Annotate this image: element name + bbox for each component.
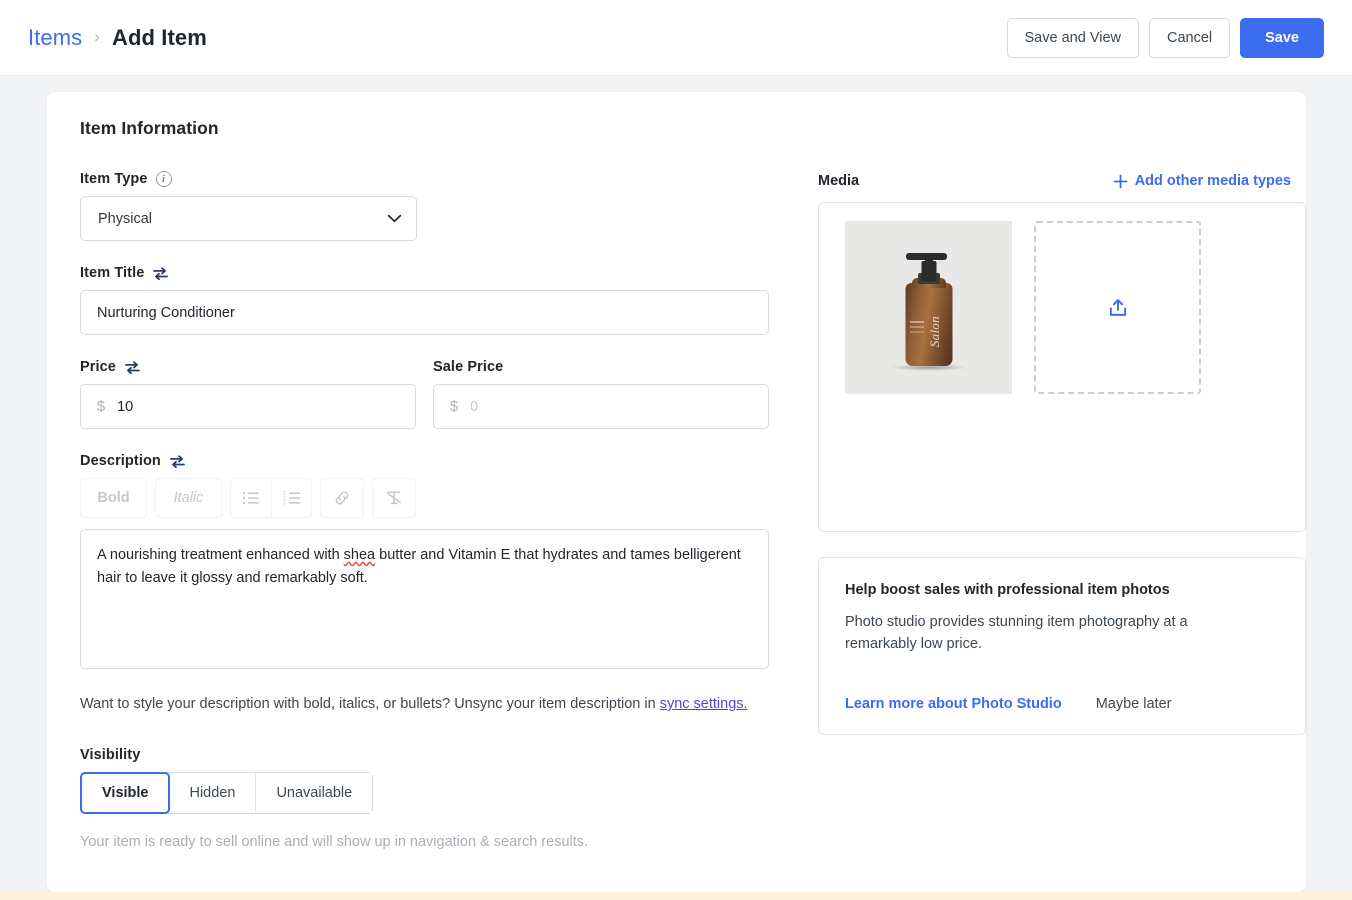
media-column: Media Add other media types: [803, 171, 1291, 850]
item-type-select[interactable]: Physical: [80, 196, 417, 241]
description-text-part1: A nourishing treatment enhanced with: [97, 547, 344, 563]
bulleted-list-icon: [242, 491, 260, 505]
top-bar-actions: Save and View Cancel Save: [1007, 18, 1324, 58]
item-type-label: Item Type: [80, 171, 148, 187]
promo-body: Photo studio provides stunning item phot…: [845, 611, 1223, 656]
visibility-label: Visibility: [80, 747, 803, 763]
sync-icon[interactable]: [152, 266, 169, 281]
link-button[interactable]: [320, 478, 364, 518]
svg-text:3: 3: [283, 501, 286, 505]
visibility-option-visible[interactable]: Visible: [80, 772, 170, 814]
item-title-label: Item Title: [80, 265, 144, 281]
visibility-segmented-control: Visible Hidden Unavailable: [80, 772, 373, 814]
currency-symbol: $: [97, 399, 105, 415]
media-title: Media: [818, 173, 859, 189]
visibility-option-hidden[interactable]: Hidden: [169, 773, 256, 813]
bulleted-list-button[interactable]: [231, 479, 271, 517]
save-and-view-button[interactable]: Save and View: [1007, 18, 1139, 58]
helper-text-before: Want to style your description with bold…: [80, 696, 660, 712]
sale-price-input[interactable]: [468, 385, 754, 428]
sync-icon[interactable]: [124, 360, 141, 375]
cancel-button[interactable]: Cancel: [1149, 18, 1230, 58]
sale-price-label: Sale Price: [433, 359, 503, 375]
chevron-right-icon: ›: [94, 27, 100, 47]
description-toolbar: Bold Italic: [80, 478, 803, 518]
numbered-list-icon: 1 2 3: [283, 491, 301, 505]
price-row: Price $ Sale Price: [80, 359, 803, 429]
clear-formatting-button[interactable]: [372, 478, 416, 518]
breadcrumb-items-link[interactable]: Items: [28, 25, 82, 51]
item-type-field: Item Type i Physical: [80, 171, 803, 241]
item-type-value: Physical: [98, 211, 152, 227]
plus-icon: [1113, 174, 1128, 189]
item-title-field: Item Title: [80, 265, 803, 335]
upload-dropzone[interactable]: [1034, 221, 1201, 394]
list-button-group: 1 2 3: [230, 478, 312, 518]
chevron-down-icon: [387, 214, 402, 223]
sync-icon[interactable]: [169, 454, 186, 469]
sale-price-input-wrapper[interactable]: $: [433, 384, 769, 429]
learn-more-photo-studio-link[interactable]: Learn more about Photo Studio: [845, 696, 1062, 712]
price-input-wrapper[interactable]: $: [80, 384, 416, 429]
media-thumbnail[interactable]: Salon: [845, 221, 1012, 394]
page-title: Add Item: [112, 25, 207, 51]
top-bar: Items › Add Item Save and View Cancel Sa…: [0, 0, 1352, 76]
sale-price-field: Sale Price $: [433, 359, 769, 429]
link-icon: [333, 490, 351, 506]
price-field: Price $: [80, 359, 416, 429]
maybe-later-button[interactable]: Maybe later: [1096, 696, 1172, 712]
description-label: Description: [80, 453, 161, 469]
bottom-notification-strip: [0, 892, 1352, 900]
item-information-card: Item Information Item Type i Physical: [47, 92, 1306, 892]
item-title-input[interactable]: [80, 290, 769, 335]
description-field: Description Bold Italic: [80, 453, 803, 669]
price-input[interactable]: [115, 385, 401, 428]
sync-settings-link[interactable]: sync settings.: [660, 696, 748, 712]
photo-studio-promo-card: Help boost sales with professional item …: [818, 557, 1306, 735]
description-helper-text: Want to style your description with bold…: [80, 693, 752, 716]
description-misspelled-word: shea: [344, 547, 375, 563]
italic-button[interactable]: Italic: [155, 478, 222, 518]
currency-symbol: $: [450, 399, 458, 415]
bold-button[interactable]: Bold: [80, 478, 147, 518]
add-other-media-types-link[interactable]: Add other media types: [1113, 173, 1291, 189]
visibility-option-unavailable[interactable]: Unavailable: [256, 773, 372, 813]
price-label: Price: [80, 359, 116, 375]
section-title: Item Information: [80, 118, 1273, 139]
upload-icon: [1107, 297, 1129, 319]
add-other-media-types-label: Add other media types: [1135, 173, 1291, 189]
numbered-list-button[interactable]: 1 2 3: [271, 479, 311, 517]
media-header: Media Add other media types: [818, 171, 1291, 191]
promo-title: Help boost sales with professional item …: [845, 582, 1279, 598]
media-panel: Salon: [818, 202, 1306, 532]
info-icon[interactable]: i: [156, 171, 172, 187]
clear-formatting-icon: [385, 490, 403, 506]
product-photo-label: Salon: [927, 316, 943, 347]
visibility-help-text: Your item is ready to sell online and wi…: [80, 834, 803, 850]
save-button[interactable]: Save: [1240, 18, 1324, 58]
promo-actions: Learn more about Photo Studio Maybe late…: [845, 696, 1279, 712]
description-textarea[interactable]: A nourishing treatment enhanced with she…: [80, 529, 769, 669]
form-column: Item Type i Physical Item Title: [80, 171, 803, 850]
breadcrumb: Items › Add Item: [28, 25, 207, 51]
